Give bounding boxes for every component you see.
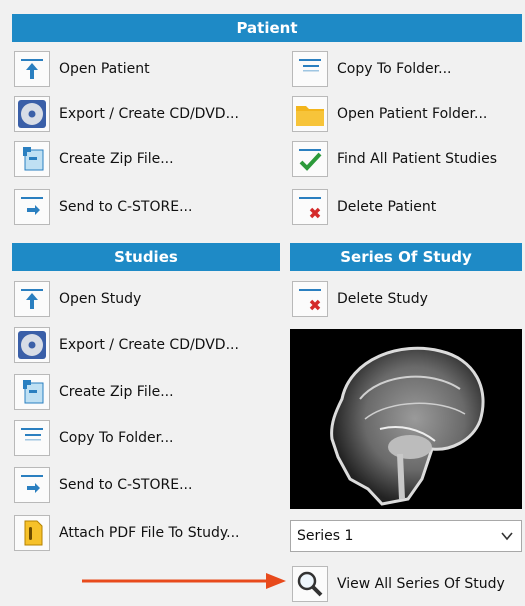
patient-header: Patient — [12, 14, 522, 42]
copy-icon — [14, 420, 50, 456]
study-export-cd-label: Export / Create CD/DVD... — [59, 337, 239, 353]
open-study-label: Open Study — [59, 291, 142, 307]
attach-pdf-button[interactable]: Attach PDF File To Study... — [14, 514, 239, 552]
chevron-down-icon — [501, 530, 513, 546]
study-create-zip-button[interactable]: Create Zip File... — [14, 373, 174, 411]
series-header: Series Of Study — [290, 243, 522, 271]
mri-thumbnail[interactable] — [290, 329, 522, 509]
open-arrow-icon — [14, 51, 50, 87]
cd-icon — [14, 96, 50, 132]
send-icon — [14, 467, 50, 503]
open-patient-button[interactable]: Open Patient — [14, 50, 150, 88]
send-icon — [14, 189, 50, 225]
create-zip-button[interactable]: Create Zip File... — [14, 140, 174, 178]
study-send-cstore-button[interactable]: Send to C-STORE... — [14, 466, 192, 504]
send-cstore-button[interactable]: Send to C-STORE... — [14, 188, 192, 226]
open-patient-folder-button[interactable]: Open Patient Folder... — [292, 95, 487, 133]
attach-pdf-icon — [14, 515, 50, 551]
copy-to-folder-label: Copy To Folder... — [337, 61, 452, 77]
send-cstore-label: Send to C-STORE... — [59, 199, 193, 215]
series-select-value: Series 1 — [297, 528, 354, 544]
callout-arrow — [80, 570, 290, 596]
open-patient-label: Open Patient — [59, 61, 150, 77]
study-create-zip-label: Create Zip File... — [59, 384, 174, 400]
delete-patient-label: Delete Patient — [337, 199, 437, 215]
series-select[interactable]: Series 1 — [290, 520, 522, 552]
study-send-cstore-label: Send to C-STORE... — [59, 477, 193, 493]
view-all-series-label: View All Series Of Study — [337, 576, 505, 592]
attach-pdf-label: Attach PDF File To Study... — [59, 525, 240, 541]
export-cd-button[interactable]: Export / Create CD/DVD... — [14, 95, 239, 133]
open-arrow-icon — [14, 281, 50, 317]
study-copy-to-folder-label: Copy To Folder... — [59, 430, 174, 446]
delete-patient-button[interactable]: Delete Patient — [292, 188, 436, 226]
export-cd-label: Export / Create CD/DVD... — [59, 106, 239, 122]
copy-icon — [292, 51, 328, 87]
delete-study-button[interactable]: Delete Study — [292, 280, 428, 318]
find-patient-studies-button[interactable]: Find All Patient Studies — [292, 140, 497, 178]
checkmark-icon — [292, 141, 328, 177]
studies-header: Studies — [12, 243, 280, 271]
delete-icon — [292, 189, 328, 225]
open-patient-folder-label: Open Patient Folder... — [337, 106, 488, 122]
view-all-series-button[interactable]: View All Series Of Study — [292, 565, 505, 603]
copy-to-folder-button[interactable]: Copy To Folder... — [292, 50, 451, 88]
folder-icon — [292, 96, 328, 132]
magnifier-icon — [292, 566, 328, 602]
delete-study-label: Delete Study — [337, 291, 428, 307]
study-export-cd-button[interactable]: Export / Create CD/DVD... — [14, 326, 239, 364]
zip-icon — [14, 141, 50, 177]
study-copy-to-folder-button[interactable]: Copy To Folder... — [14, 419, 173, 457]
delete-icon — [292, 281, 328, 317]
open-study-button[interactable]: Open Study — [14, 280, 141, 318]
cd-icon — [14, 327, 50, 363]
find-patient-studies-label: Find All Patient Studies — [337, 151, 498, 167]
create-zip-label: Create Zip File... — [59, 151, 174, 167]
zip-icon — [14, 374, 50, 410]
